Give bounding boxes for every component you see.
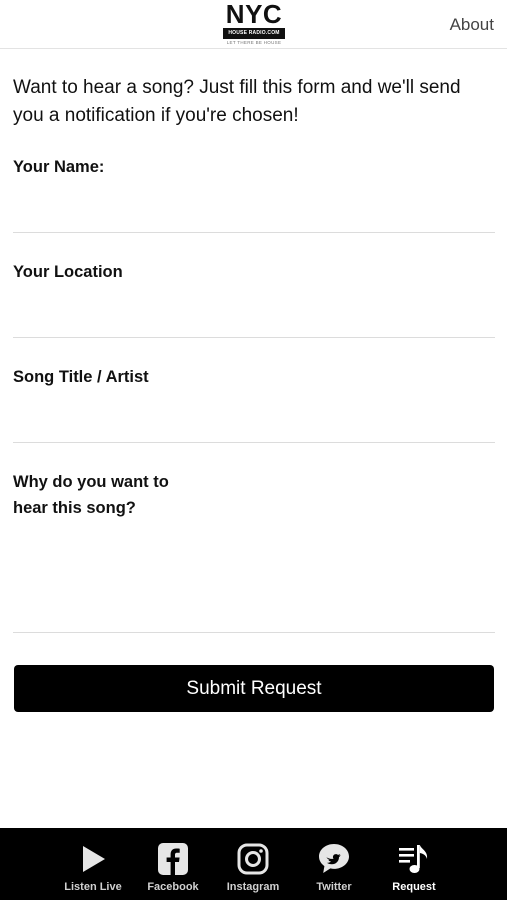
nyc-house-radio-logo[interactable]: NYC HOUSE RADIO.COM LET THERE BE HOUSE [221,0,287,48]
tab-label: Twitter [316,881,352,893]
reason-textarea[interactable] [13,521,495,633]
tab-request[interactable]: Request [374,828,454,900]
tab-label: Request [392,881,436,893]
tab-facebook[interactable]: Facebook [133,828,213,900]
location-input[interactable] [13,285,495,338]
form-intro-text: Want to hear a song? Just fill this form… [13,77,461,126]
tab-twitter[interactable]: Twitter [294,828,374,900]
logo-tagline: LET THERE BE HOUSE [226,40,282,45]
name-field-label: Your Name: [13,158,105,176]
logo-main-text: NYC [225,0,283,29]
twitter-bird-icon [319,844,349,873]
about-link[interactable]: About [450,15,494,35]
tab-label: Facebook [147,881,199,893]
location-field-group: Your Location [13,259,495,338]
name-field-group: Your Name: [13,154,495,233]
instagram-icon [237,843,269,875]
tab-label: Instagram [226,881,280,893]
reason-field-label: Why do you want to hear this song? [13,473,169,517]
name-input[interactable] [13,180,495,233]
play-icon [83,846,105,872]
location-field-label: Your Location [13,263,123,281]
logo-bar-text: HOUSE RADIO.COM [223,28,285,39]
top-header: NYC HOUSE RADIO.COM LET THERE BE HOUSE A… [0,0,507,49]
app-root: NYC HOUSE RADIO.COM LET THERE BE HOUSE A… [0,0,507,900]
tab-instagram[interactable]: Instagram [213,828,293,900]
tab-label: Listen Live [64,881,122,893]
tab-listen-live[interactable]: Listen Live [53,828,133,900]
song-field-label: Song Title / Artist [13,368,149,386]
bottom-tab-bar: Listen Live Facebook Instagram Twitter R… [0,828,507,900]
song-title-artist-input[interactable] [13,390,495,443]
music-list-icon [399,845,428,873]
reason-field-group: Why do you want to hear this song? [13,469,495,633]
facebook-icon [158,843,188,875]
submit-request-button[interactable]: Submit Request [14,665,494,712]
song-field-group: Song Title / Artist [13,364,495,443]
